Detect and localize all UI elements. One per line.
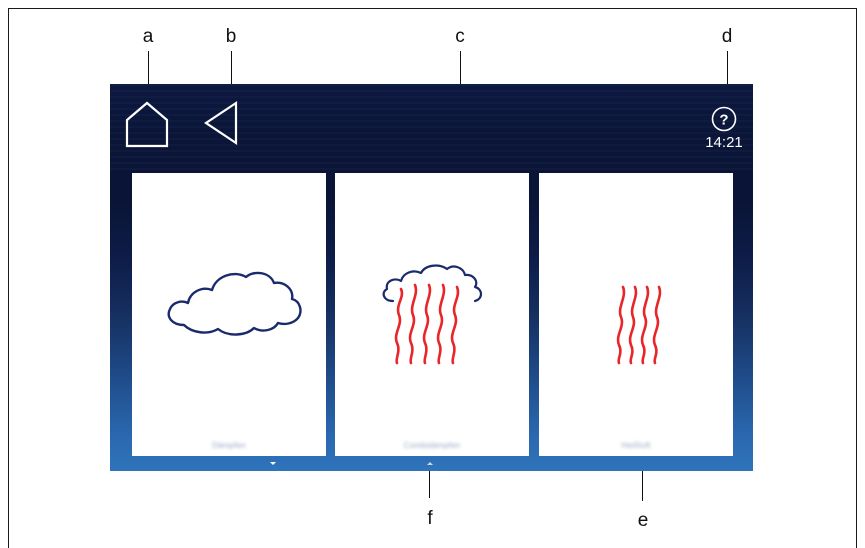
help-symbol: ? — [719, 112, 728, 129]
mode-card-steam[interactable]: Dämpfen — [132, 173, 326, 456]
home-icon — [125, 101, 169, 148]
mode-card-hot-air[interactable]: Heißluft — [539, 173, 733, 456]
callout-c: c — [455, 26, 465, 47]
callout-e: e — [637, 510, 649, 531]
card-label-hot-air: Heißluft — [621, 441, 651, 450]
callout-f: f — [427, 508, 433, 529]
card-label-combi-steam: Combidämpfen — [403, 441, 461, 450]
cloud-icon — [167, 271, 302, 336]
page-indicator-active[interactable] — [270, 462, 276, 465]
callout-d: d — [721, 26, 733, 47]
clock-time: 14:21 — [705, 134, 743, 151]
back-button[interactable] — [202, 100, 242, 146]
callout-b: b — [225, 26, 237, 47]
page-indicator[interactable] — [427, 462, 433, 465]
mode-card-combi-steam[interactable]: Combidämpfen — [335, 173, 529, 456]
help-circle-icon: ? — [711, 106, 737, 132]
back-triangle-icon — [204, 100, 238, 146]
leader-line-f — [429, 468, 430, 498]
home-button[interactable] — [124, 100, 170, 148]
device-screen: ? 14:21 Dämpfen Combidämpfen Heißluft — [110, 84, 753, 471]
card-label-steam: Dämpfen — [212, 441, 246, 450]
callout-a: a — [142, 26, 154, 47]
cloud-with-heat-waves-icon — [382, 264, 483, 365]
heat-waves-icon — [616, 285, 662, 365]
help-button[interactable]: ? — [711, 106, 737, 132]
